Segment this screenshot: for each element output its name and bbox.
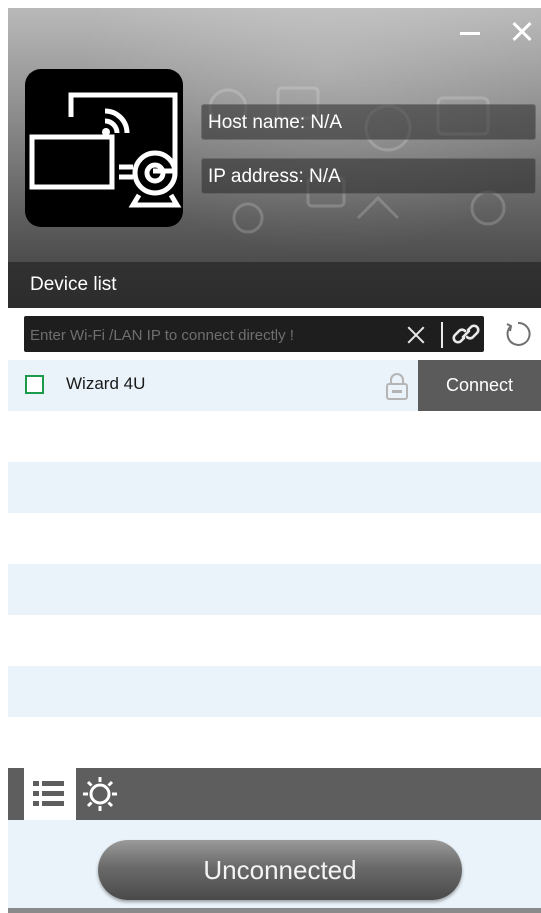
- device-checkbox[interactable]: [25, 375, 44, 394]
- bottom-border: [8, 908, 541, 913]
- connect-button[interactable]: Connect: [418, 360, 541, 411]
- screen-cast-camera-icon: [29, 92, 182, 208]
- status-footer: Unconnected: [8, 820, 541, 913]
- clear-input-button[interactable]: [405, 324, 427, 346]
- refresh-button[interactable]: [502, 319, 532, 349]
- app-logo: [25, 69, 183, 227]
- direct-connect-button[interactable]: [452, 320, 480, 348]
- empty-row: [8, 717, 541, 768]
- refresh-icon: [506, 321, 531, 346]
- empty-row: [8, 411, 541, 462]
- device-list-label: Device list: [30, 274, 117, 295]
- minimize-button[interactable]: [456, 18, 484, 46]
- lock-icon: [386, 373, 408, 400]
- bottom-tab-bar: [8, 768, 541, 820]
- empty-row: [8, 462, 541, 513]
- list-icon: [33, 781, 64, 806]
- empty-row: [8, 615, 541, 666]
- search-divider: [441, 322, 443, 348]
- host-name-field: Host name: N/A: [201, 104, 536, 140]
- link-icon: [452, 324, 480, 344]
- tab-settings[interactable]: [80, 774, 120, 814]
- close-button[interactable]: [509, 18, 537, 46]
- device-list-header: Device list: [8, 262, 541, 308]
- device-list: Wizard 4U Connect: [8, 360, 541, 768]
- device-row[interactable]: Wizard 4U Connect: [8, 360, 541, 411]
- empty-row: [8, 666, 541, 717]
- device-name: Wizard 4U: [66, 374, 146, 393]
- ip-search-box: [24, 316, 484, 354]
- gear-icon: [83, 777, 117, 811]
- empty-row: [8, 513, 541, 564]
- ip-address-field: IP address: N/A: [201, 158, 536, 194]
- empty-row: [8, 564, 541, 615]
- ip-search-input[interactable]: [28, 316, 382, 354]
- app-window: Host name: N/A IP address: N/A Device li…: [8, 8, 541, 913]
- connection-status-button[interactable]: Unconnected: [98, 840, 462, 900]
- header-panel: Host name: N/A IP address: N/A Device li…: [8, 8, 541, 308]
- tab-device-list[interactable]: [24, 768, 76, 820]
